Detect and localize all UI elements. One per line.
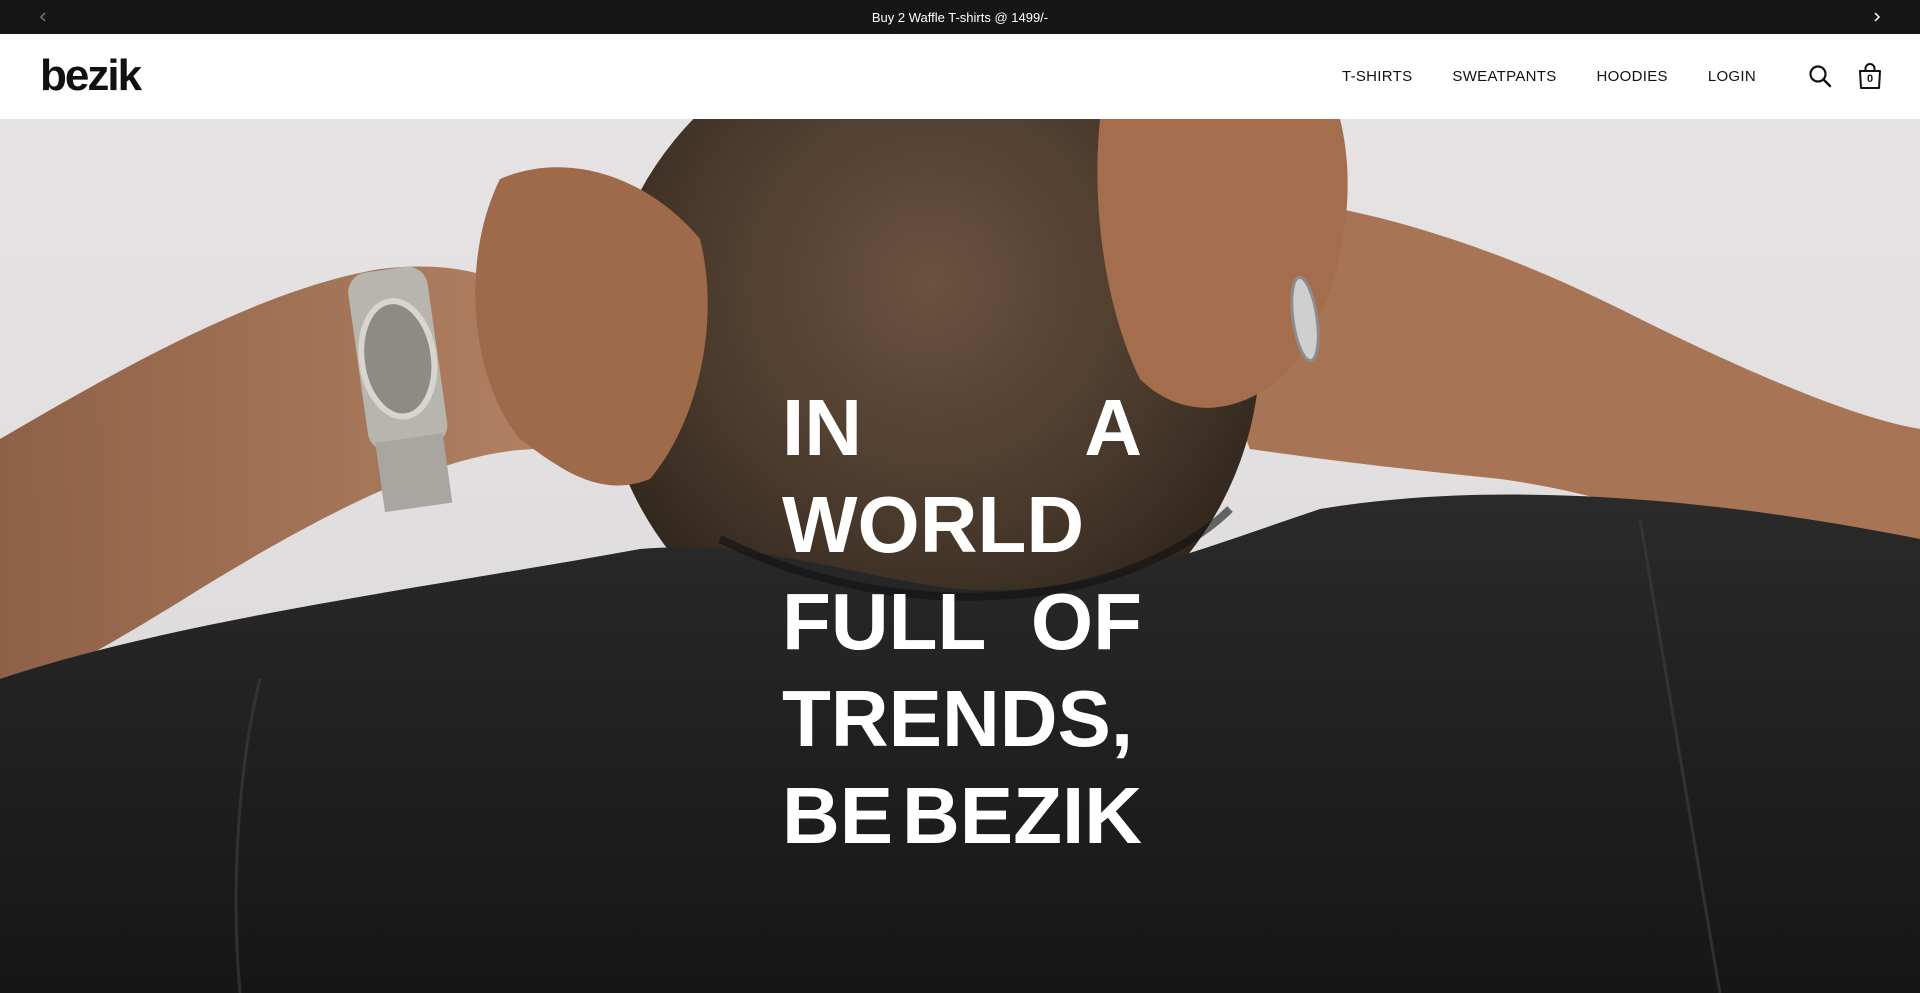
hero-line: IN A (782, 379, 1142, 476)
hero-line: TRENDS, (782, 670, 1142, 767)
hero-word: FULL (782, 577, 987, 666)
search-button[interactable] (1804, 60, 1836, 92)
nav-item-sweatpants[interactable]: SWEATPANTS (1452, 68, 1556, 85)
nav-item-t-shirts[interactable]: T-SHIRTS (1342, 68, 1412, 85)
chevron-right-icon (1874, 12, 1881, 22)
hero-word: IN (782, 383, 862, 472)
hero-word: WORLD (782, 480, 1085, 569)
hero-word: OF (1030, 577, 1142, 666)
hero-word: TRENDS, (782, 674, 1134, 763)
hero-line: FULL OF (782, 573, 1142, 670)
hero-line: BE BEZIK (782, 767, 1142, 864)
nav-item-login[interactable]: LOGIN (1708, 68, 1756, 85)
cart-count: 0 (1866, 73, 1874, 85)
logo[interactable]: bezik (40, 52, 142, 100)
hero-word: BE (782, 771, 894, 860)
hero-word: BEZIK (902, 771, 1142, 860)
announcement-prev-button[interactable] (26, 0, 60, 34)
nav-item-hoodies[interactable]: HOODIES (1597, 68, 1668, 85)
site-header: bezik T-SHIRTS SWEATPANTS HOODIES LOGIN … (0, 34, 1920, 119)
hero-word: A (1084, 383, 1142, 472)
hero-headline: IN A WORLD FULL OF TRENDS, BE BEZIK (782, 379, 1142, 864)
cart-button[interactable]: 0 (1854, 60, 1886, 92)
chevron-left-icon (39, 12, 46, 22)
search-icon (1809, 65, 1832, 88)
announcement-text[interactable]: Buy 2 Waffle T-shirts @ 1499/- (872, 10, 1048, 25)
announcement-bar: Buy 2 Waffle T-shirts @ 1499/- (0, 0, 1920, 34)
hero-banner[interactable]: IN A WORLD FULL OF TRENDS, BE BEZIK (0, 119, 1920, 993)
main-nav: T-SHIRTS SWEATPANTS HOODIES LOGIN (1342, 34, 1756, 119)
announcement-next-button[interactable] (1860, 0, 1894, 34)
hero-line: WORLD (782, 476, 1142, 573)
